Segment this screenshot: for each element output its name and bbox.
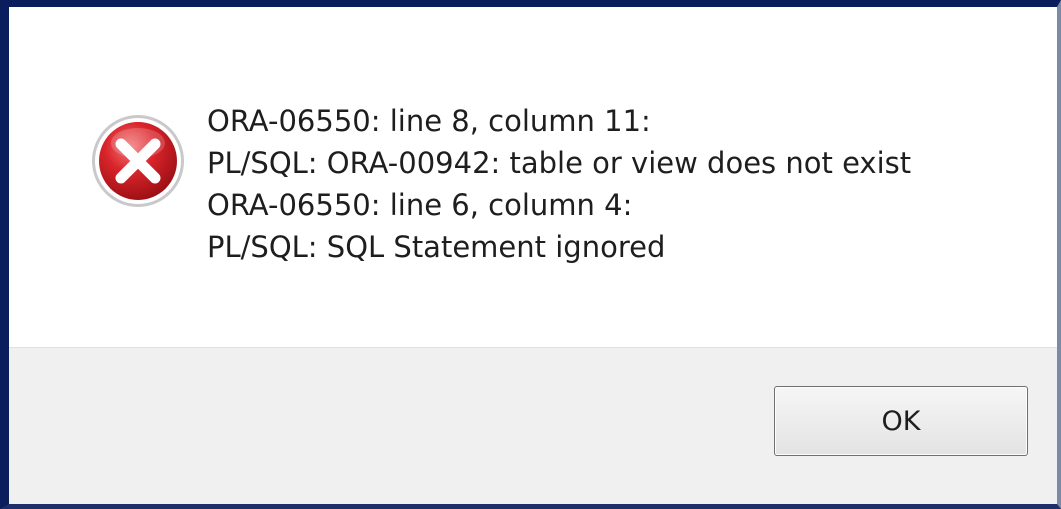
message-line: PL/SQL: SQL Statement ignored [207, 230, 666, 264]
ok-button[interactable]: OK [774, 386, 1028, 456]
message-line: PL/SQL: ORA-00942: table or view does no… [207, 146, 912, 180]
dialog-footer: OK [9, 347, 1057, 504]
error-icon [92, 115, 184, 207]
error-dialog: ORA-06550: line 8, column 11: PL/SQL: OR… [0, 0, 1061, 509]
message-line: ORA-06550: line 6, column 4: [207, 188, 633, 222]
dialog-content: ORA-06550: line 8, column 11: PL/SQL: OR… [9, 7, 1057, 347]
message-line: ORA-06550: line 8, column 11: [207, 104, 651, 138]
error-message: ORA-06550: line 8, column 11: PL/SQL: OR… [207, 100, 911, 268]
